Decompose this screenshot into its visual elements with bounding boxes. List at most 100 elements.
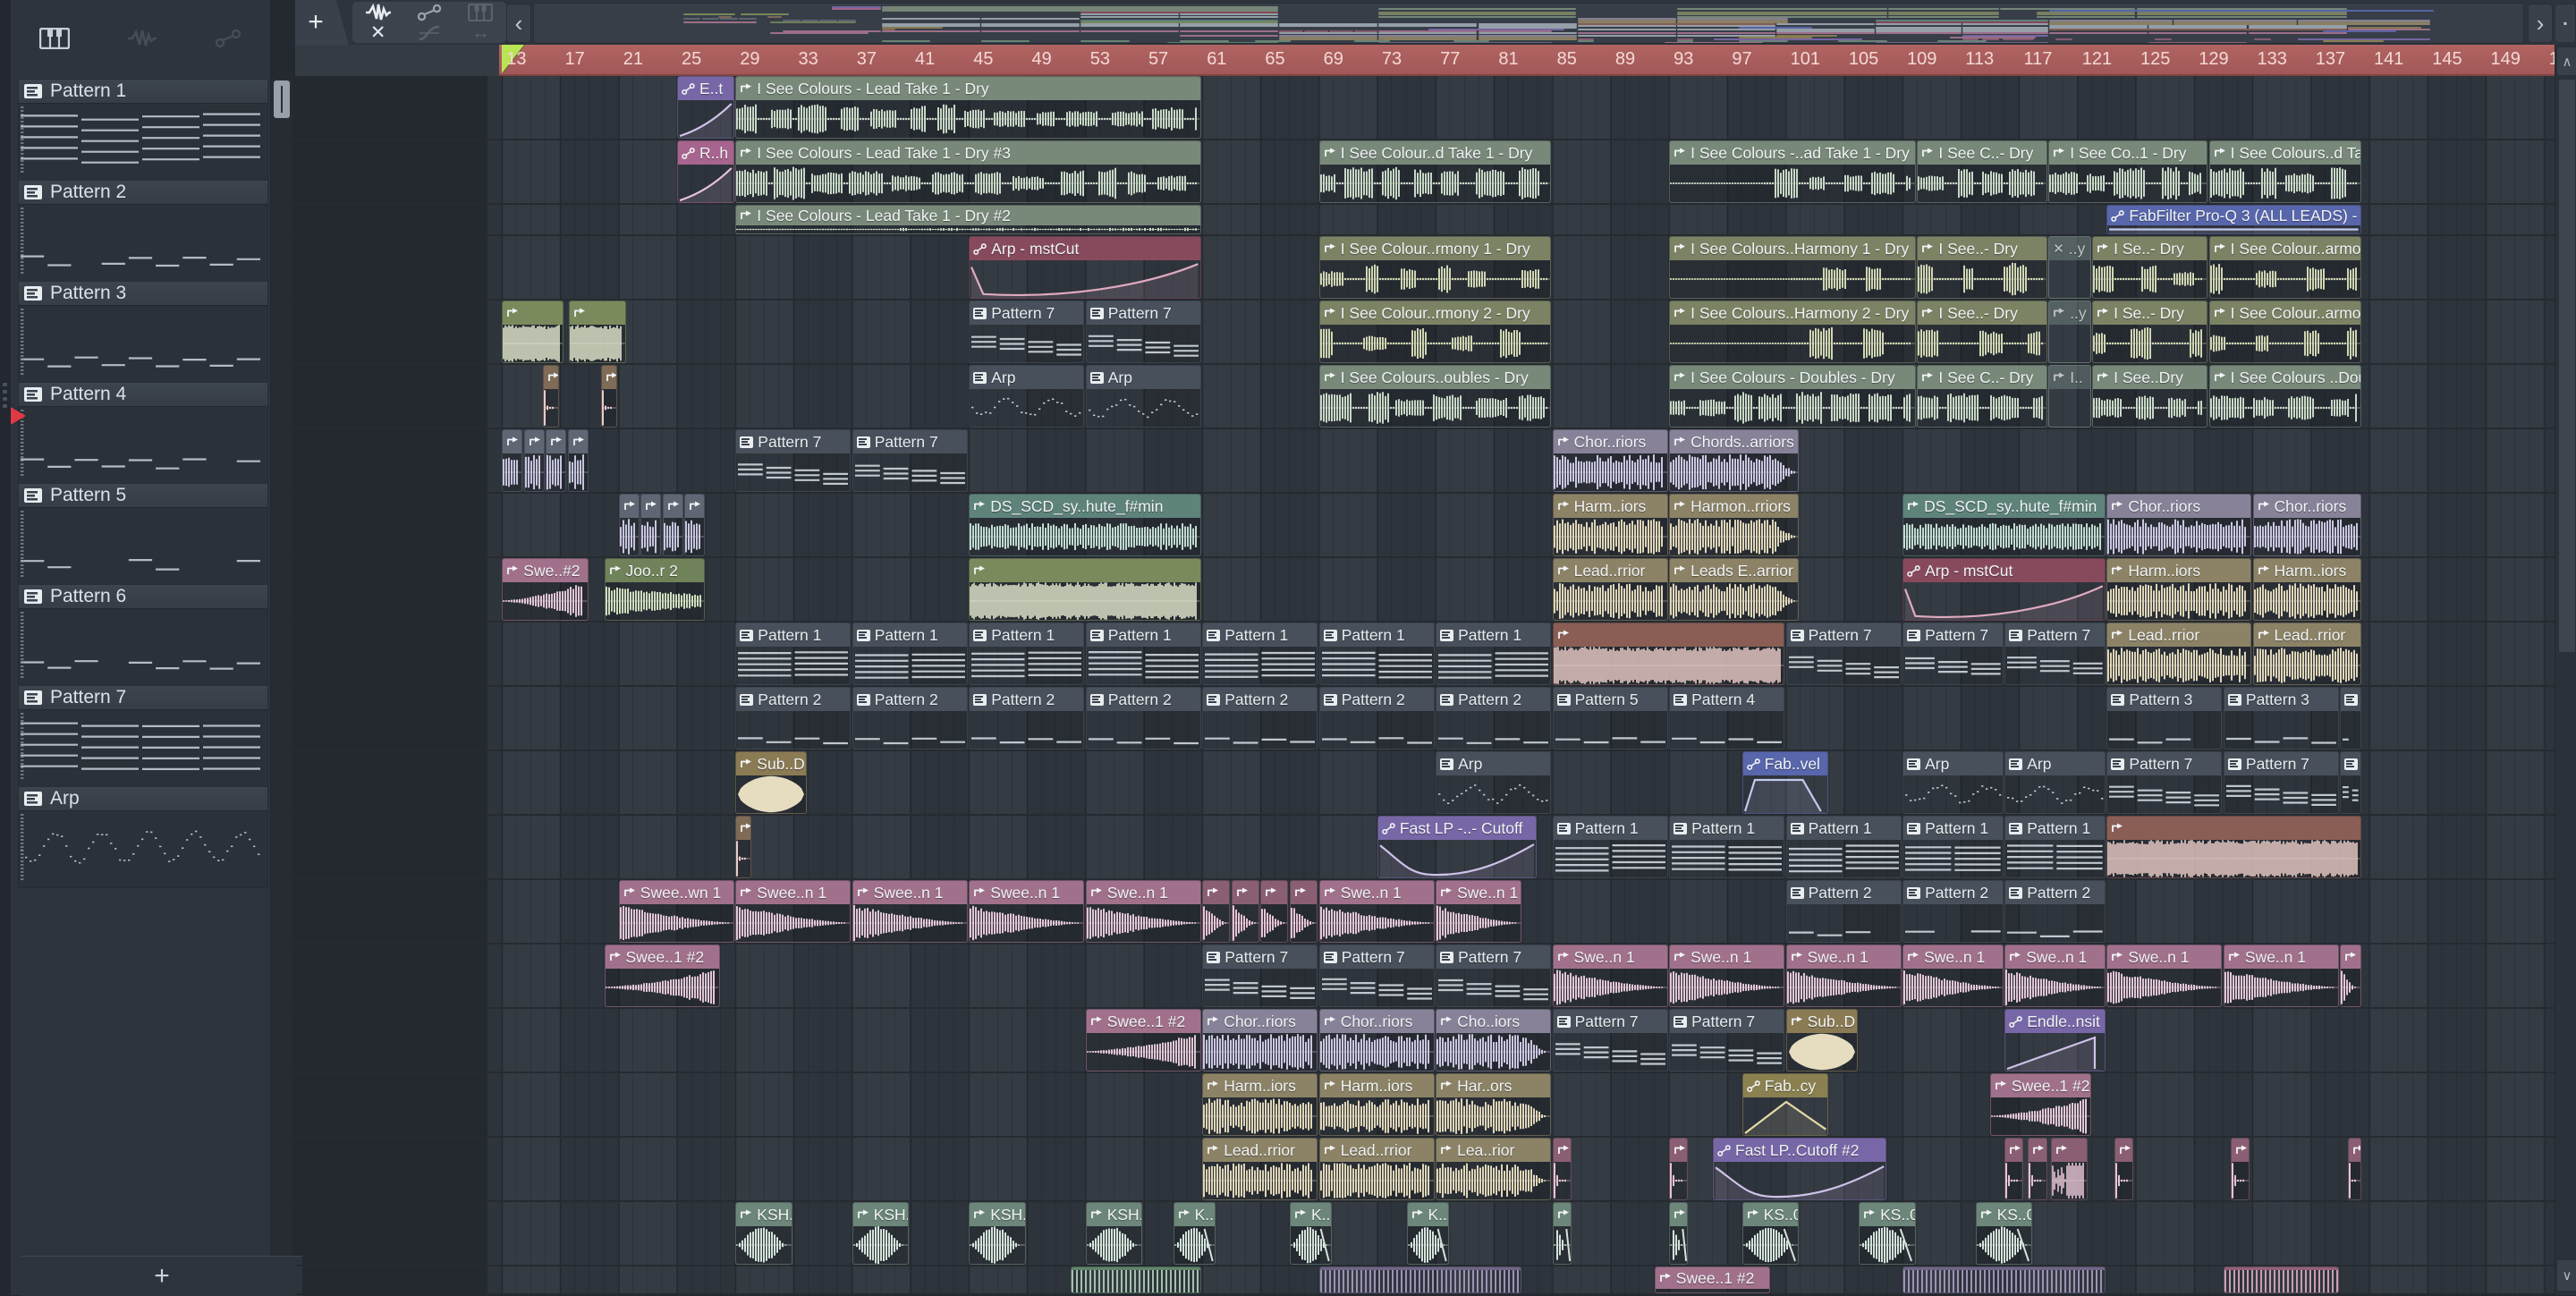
pattern-clip[interactable]: Pattern 7	[735, 429, 852, 492]
clip-stub[interactable]	[2114, 1138, 2133, 1200]
clip-stub[interactable]	[543, 365, 560, 428]
audio-clip[interactable]: I See Colours..oubles - Dry	[1318, 365, 1552, 428]
automation-link-icon[interactable]	[410, 3, 449, 22]
pattern-clip[interactable]: Pattern 7	[1085, 301, 1201, 363]
audio-clip[interactable]: Lead..rrior	[1552, 558, 1668, 621]
audio-clip[interactable]: Swe..n 1	[2340, 944, 2361, 1007]
audio-clip[interactable]: I See Colour..rmony 2 - Dry	[1318, 301, 1552, 363]
scroll-right-button[interactable]: ›	[2528, 4, 2553, 43]
window-resize-grip[interactable]	[3, 379, 8, 422]
pattern-clip[interactable]: Pattern 2	[1202, 687, 1318, 750]
audio-clip[interactable]: Harm..iors	[1318, 1073, 1435, 1136]
audio-clip[interactable]: Swee..wn 1	[618, 880, 734, 943]
audio-clip[interactable]: I See Colours -..ad Take 1 - Dry	[1669, 140, 1916, 203]
audio-clip[interactable]: Swe..n 1	[2004, 944, 2106, 1007]
add-pattern-button[interactable]: +	[21, 1256, 302, 1296]
audio-clip[interactable]: Cho..iors	[1436, 1009, 1552, 1072]
pattern-clip[interactable]: Pattern 7	[2223, 751, 2339, 814]
pattern-clip[interactable]: Pattern 3	[2223, 687, 2339, 750]
clip-fragment[interactable]	[1902, 1266, 2106, 1293]
audio-clip[interactable]: Swee..n 1	[735, 880, 852, 943]
audio-clip[interactable]: Swe..n 1	[1669, 944, 1785, 1007]
vertical-scrollbar[interactable]: ∧ ∨	[2555, 45, 2576, 1295]
clip-stub[interactable]	[1669, 1202, 1689, 1265]
audio-clip[interactable]: I Se..- Dry	[2092, 236, 2208, 299]
audio-clip[interactable]: Swee..n 1	[969, 880, 1085, 943]
automation-clip[interactable]: Fab..cy	[1741, 1073, 1829, 1136]
pattern-item[interactable]: Pattern 7	[18, 685, 268, 787]
audio-clip[interactable]: I See Colours..Harmony 1 - Dry	[1669, 236, 1916, 299]
audio-clip[interactable]: Lead..rrior	[1202, 1138, 1318, 1200]
pattern-clip[interactable]: Arp	[1902, 751, 2004, 814]
audio-clip[interactable]: Swe..n 1	[1902, 944, 2004, 1007]
audio-clip[interactable]: I See Colours - Lead Take 1 - Dry #3	[735, 140, 1201, 203]
automation-link-icon[interactable]	[215, 29, 242, 48]
audio-clip[interactable]: Leads E..arrior	[1669, 558, 1800, 621]
clip-stub[interactable]	[1552, 1202, 1572, 1265]
audio-clip[interactable]: Swe..n 1	[1785, 944, 1902, 1007]
clip-stub[interactable]	[523, 429, 545, 492]
audio-clip[interactable]: Chor..riors	[2252, 494, 2361, 556]
audio-clip[interactable]: Swee..1 #2	[1085, 1009, 1201, 1072]
pattern-clip[interactable]: Pattern 2	[852, 687, 968, 750]
piano-icon[interactable]	[461, 3, 500, 22]
audio-clip[interactable]: Chor..riors	[1318, 1009, 1435, 1072]
pattern-clip[interactable]: Arp	[1436, 751, 1552, 814]
pattern-clip[interactable]: Pattern 7	[1318, 944, 1435, 1007]
pattern-clip[interactable]: Pattern 2	[1785, 880, 1902, 943]
automation-clip[interactable]: FabFilter Pro-Q 3 (ALL LEADS) - Mix leve…	[2106, 205, 2361, 234]
audio-clip[interactable]: I See Colour..d Take 1 - Dry	[1318, 140, 1552, 203]
pattern-clip[interactable]: Arp	[1085, 365, 1201, 428]
pattern-clip[interactable]: Pattern 7	[1669, 1009, 1785, 1072]
audio-clip[interactable]: K..2	[1290, 1202, 1333, 1265]
pattern-clip[interactable]: Pattern 7	[1202, 944, 1318, 1007]
audio-clip[interactable]: Swee..1 #2	[1989, 1073, 2091, 1136]
clip-stub[interactable]	[569, 301, 626, 363]
audio-clip[interactable]: Har..ors	[1436, 1073, 1552, 1136]
clip-stub[interactable]	[1231, 880, 1259, 943]
pattern-clip[interactable]: Pattern 1	[735, 623, 852, 685]
audio-clip[interactable]: I See Colour..armony 1 - Dry	[2208, 236, 2361, 299]
pattern-clip[interactable]: Pattern 1	[1318, 623, 1435, 685]
song-overview-scrollbar[interactable]	[533, 3, 2524, 44]
clip-stub[interactable]	[1202, 880, 1231, 943]
pattern-clip[interactable]: Pattern 1	[1552, 816, 1668, 878]
automation-clip[interactable]: Endle..nsit	[2004, 1009, 2106, 1072]
pattern-clip[interactable]: Pattern 3	[2106, 687, 2223, 750]
pattern-clip[interactable]: Pattern 6	[2340, 687, 2361, 750]
pattern-clip[interactable]: Pattern 1	[1785, 816, 1902, 878]
audio-clip[interactable]: Chor..riors	[1202, 1009, 1318, 1072]
clip-stub[interactable]	[2231, 1138, 2250, 1200]
pattern-clip[interactable]: Pattern 7	[1436, 944, 1552, 1007]
audio-clip[interactable]: Swe..n 1	[1552, 944, 1668, 1007]
pattern-clip[interactable]: Pattern 7	[2340, 751, 2361, 814]
clip-stub[interactable]	[2004, 1138, 2024, 1200]
add-arrangement-tab[interactable]: +	[295, 0, 349, 45]
audio-clip[interactable]: Swee..1 #2	[604, 944, 720, 1007]
pattern-list-scrollbar[interactable]	[270, 79, 292, 1256]
pattern-clip[interactable]: Pattern 7	[2106, 751, 2223, 814]
audio-clip[interactable]: Harmon..rriors	[1669, 494, 1800, 556]
clip-stub[interactable]	[1552, 1138, 1572, 1200]
pattern-clip[interactable]: Pattern 2	[1436, 687, 1552, 750]
pattern-item[interactable]: Pattern 2	[18, 180, 268, 282]
waveform-icon[interactable]	[127, 29, 157, 48]
clip-stub[interactable]	[2051, 1138, 2089, 1200]
playlist-options-button[interactable]: ▪	[2555, 4, 2576, 43]
audio-clip[interactable]: Swe..#2	[502, 558, 589, 621]
audio-clip[interactable]: Chords..arriors	[1669, 429, 1800, 492]
scroll-left-button[interactable]: ‹	[506, 4, 531, 43]
clip-stub[interactable]	[1669, 1138, 1689, 1200]
pattern-clip[interactable]: Pattern 7	[1552, 1009, 1668, 1072]
automation-clip[interactable]: Fast LP..Cutoff #2	[1713, 1138, 1887, 1200]
audio-clip[interactable]: Swe..n 1	[1085, 880, 1201, 943]
audio-clip[interactable]: KSH..02	[852, 1202, 910, 1265]
clip-stub[interactable]	[2106, 816, 2361, 878]
audio-clip[interactable]: I See Colours..Harmony 2 - Dry	[1669, 301, 1916, 363]
audio-clip[interactable]: Chor..riors	[2106, 494, 2251, 556]
clip-stub[interactable]	[662, 494, 683, 556]
clip-stub[interactable]	[546, 429, 567, 492]
clip-stub[interactable]	[2347, 1138, 2361, 1200]
clip-stub[interactable]	[601, 365, 618, 428]
delete-x-icon[interactable]: ✕	[359, 22, 398, 43]
